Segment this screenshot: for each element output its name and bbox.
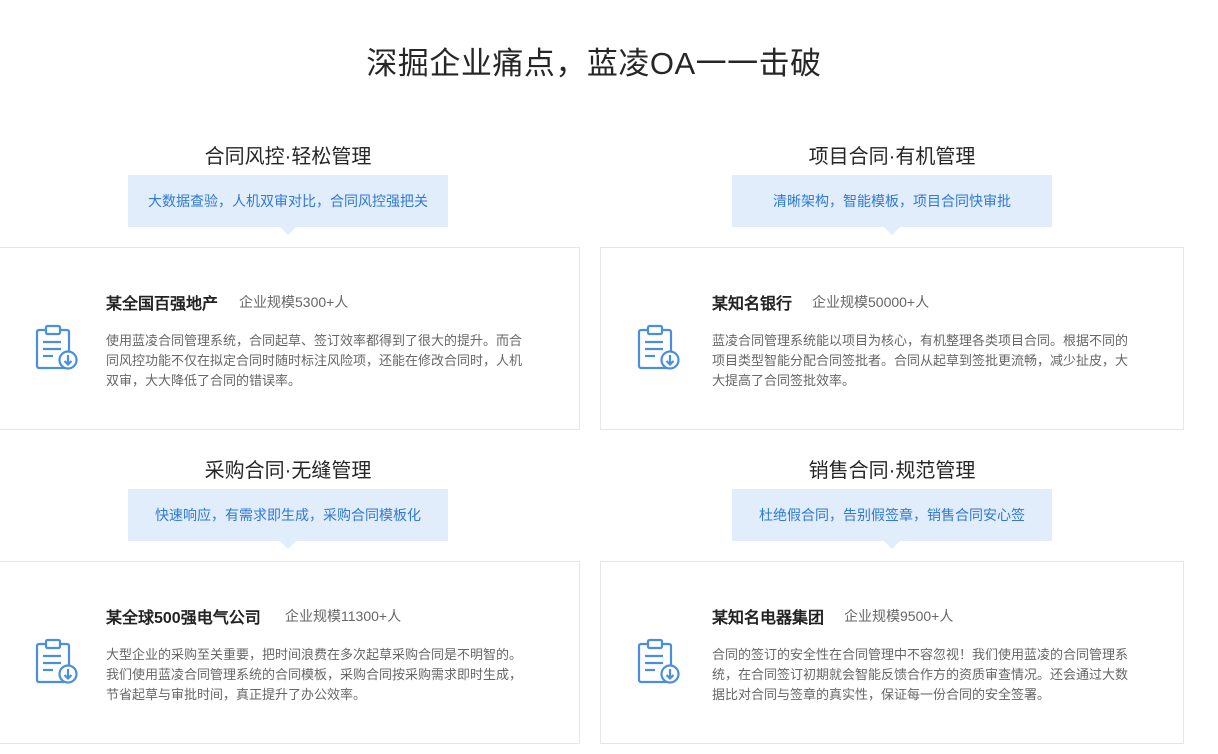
section-tag: 清晰架构，智能模板，项目合同快审批 (732, 175, 1052, 235)
case-card: 某知名银行 企业规模50000+人 蓝凌合同管理系统能以项目为核心，有机整理各类… (600, 247, 1184, 430)
section-title: 项目合同·有机管理 (808, 146, 976, 168)
company-name: 某全国百强地产 (106, 296, 219, 313)
section-tag: 大数据查验，人机双审对比，合同风控强把关 (128, 175, 448, 235)
company-scale: 企业规模9500+人 (844, 608, 954, 624)
company-name: 某知名银行 (712, 296, 793, 313)
section-title: 合同风控·轻松管理 (204, 146, 372, 168)
contract-download-icon (35, 638, 78, 684)
page-title: 深掘企业痛点，蓝凌OA一一击破 (366, 46, 822, 81)
company-scale: 企业规模5300+人 (239, 294, 349, 310)
company-name: 某全球500强电气公司 (106, 610, 261, 627)
case-card: 某全国百强地产 企业规模5300+人 使用蓝凌合同管理系统，合同起草、签订效率都… (0, 247, 580, 430)
case-description: 使用蓝凌合同管理系统，合同起草、签订效率都得到了很大的提升。而合同风控功能不仅在… (106, 333, 523, 388)
section-title: 销售合同·规范管理 (808, 460, 976, 482)
section-sales-contract: 销售合同·规范管理 杜绝假合同，告别假签章，销售合同安心签 某知名电器集团 企业… (600, 454, 1184, 746)
case-card: 某知名电器集团 企业规模9500+人 合同的签订的安全性在合同管理中不容忽视！我… (600, 561, 1184, 744)
section-contract-risk-control: 合同风控·轻松管理 大数据查验，人机双审对比，合同风控强把关 某全国百强地产 企… (0, 140, 580, 432)
section-title: 采购合同·无缝管理 (204, 460, 372, 482)
contract-download-icon (35, 324, 78, 370)
case-description: 大型企业的采购至关重要，把时间浪费在多次起草采购合同是不明智的。我们使用蓝凌合同… (106, 647, 523, 702)
company-name: 某知名电器集团 (712, 610, 825, 627)
section-tag: 杜绝假合同，告别假签章，销售合同安心签 (732, 489, 1052, 549)
case-description: 蓝凌合同管理系统能以项目为核心，有机整理各类项目合同。根据不同的项目类型智能分配… (712, 333, 1129, 388)
company-scale: 企业规模11300+人 (285, 608, 402, 624)
section-procurement-contract: 采购合同·无缝管理 快速响应，有需求即生成，采购合同模板化 某全球500强电气公… (0, 454, 580, 746)
section-project-contract: 项目合同·有机管理 清晰架构，智能模板，项目合同快审批 某知名银行 企业规模50… (600, 140, 1184, 432)
company-scale: 企业规模50000+人 (812, 294, 930, 310)
contract-download-icon (637, 638, 680, 684)
section-tag: 快速响应，有需求即生成，采购合同模板化 (128, 489, 448, 549)
contract-download-icon (637, 324, 680, 370)
case-description: 合同的签订的安全性在合同管理中不容忽视！我们使用蓝凌的合同管理系统，在合同签订初… (712, 647, 1129, 702)
case-card: 某全球500强电气公司 企业规模11300+人 大型企业的采购至关重要，把时间浪… (0, 561, 580, 744)
